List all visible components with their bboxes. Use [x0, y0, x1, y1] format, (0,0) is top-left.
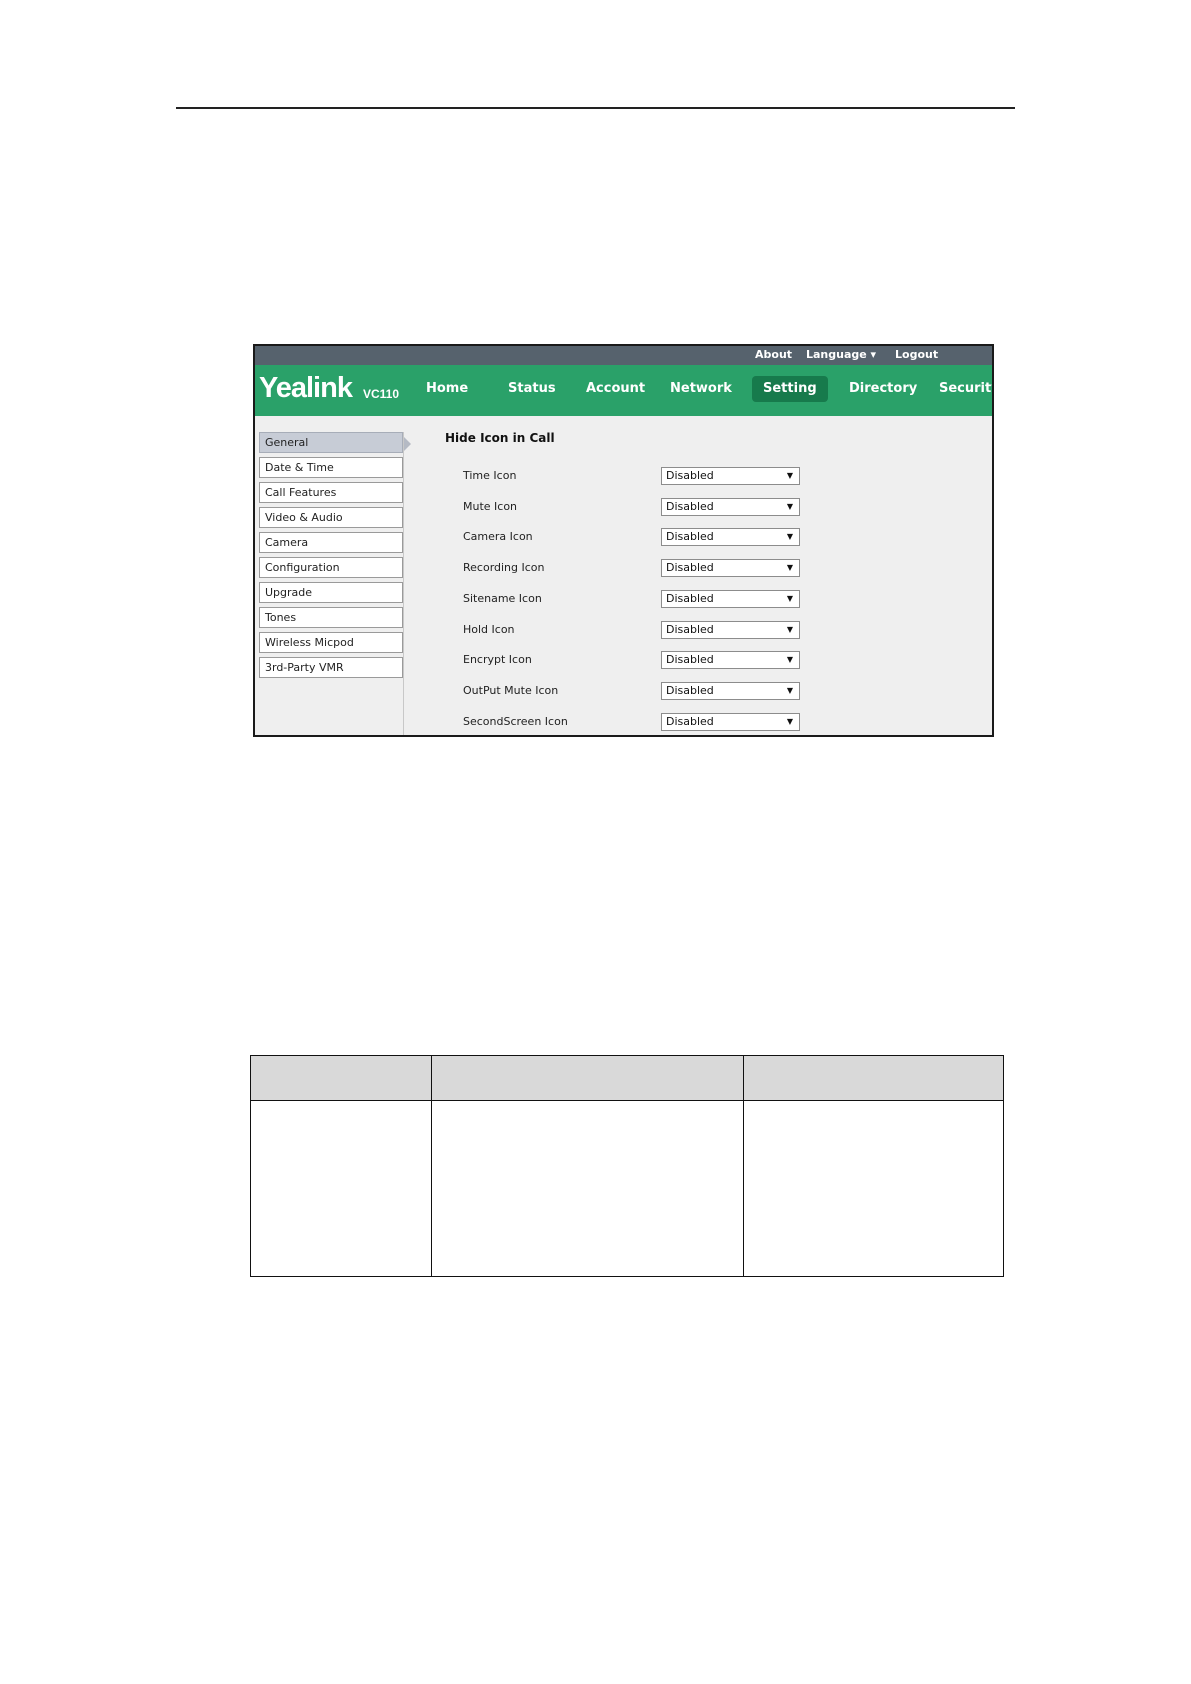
yealink-logo: Yealink [259, 372, 353, 404]
select-value: Disabled [666, 715, 714, 728]
sidebar-item-label: Upgrade [265, 586, 313, 599]
sidebar-item-video-audio[interactable]: Video & Audio [259, 507, 403, 528]
select-output-mute-icon[interactable]: Disabled ▼ [661, 682, 800, 700]
logout-link[interactable]: Logout [895, 348, 938, 362]
sidebar-item-label: Date & Time [265, 461, 334, 474]
select-secondscreen-icon[interactable]: Disabled ▼ [661, 713, 800, 731]
sidebar-item-general[interactable]: General [259, 432, 411, 453]
sidebar-item-camera[interactable]: Camera [259, 532, 403, 553]
select-recording-icon[interactable]: Disabled ▼ [661, 559, 800, 577]
sidebar-item-label: Call Features [265, 486, 337, 499]
select-value: Disabled [666, 684, 714, 697]
model-label: VC110 [363, 387, 400, 401]
select-encrypt-icon[interactable]: Disabled ▼ [661, 651, 800, 669]
sidebar-item-label: Wireless Micpod [265, 636, 354, 649]
caret-down-icon: ▼ [786, 563, 793, 572]
field-label-mute-icon: Mute Icon [463, 500, 518, 513]
nav-setting[interactable]: Setting [752, 376, 828, 402]
field-label-output-mute-icon: OutPut Mute Icon [463, 684, 559, 697]
sidebar-item-label: General [265, 436, 309, 449]
field-label-encrypt-icon: Encrypt Icon [463, 653, 532, 666]
caret-down-icon: ▼ [786, 625, 793, 634]
sidebar-item-label: Camera [265, 536, 309, 549]
caret-down-icon: ▼ [786, 532, 793, 541]
nav-status[interactable]: Status [508, 379, 556, 399]
caret-down-icon: ▼ [786, 655, 793, 664]
select-value: Disabled [666, 530, 714, 543]
sidebar-item-label: Configuration [265, 561, 340, 574]
table-cell [430, 1100, 745, 1277]
field-label-sitename-icon: Sitename Icon [463, 592, 542, 605]
select-value: Disabled [666, 653, 714, 666]
table-header-cell [743, 1055, 1004, 1101]
nav-directory[interactable]: Directory [849, 379, 917, 399]
select-hold-icon[interactable]: Disabled ▼ [661, 621, 800, 639]
main-nav-bar: Yealink VC110 Home Status Account Networ… [255, 365, 992, 416]
table-cell [743, 1100, 1004, 1277]
sidebar-item-tones[interactable]: Tones [259, 607, 403, 628]
triangle-right-icon [404, 437, 411, 451]
select-value: Disabled [666, 592, 714, 605]
field-label-hold-icon: Hold Icon [463, 623, 515, 636]
table-header-row [250, 1055, 1004, 1101]
sidebar-divider [403, 432, 404, 735]
nav-network[interactable]: Network [670, 379, 732, 399]
field-label-recording-icon: Recording Icon [463, 561, 545, 574]
nav-home[interactable]: Home [426, 379, 468, 399]
field-label-time-icon: Time Icon [463, 469, 517, 482]
select-time-icon[interactable]: Disabled ▼ [661, 467, 800, 485]
field-label-camera-icon: Camera Icon [463, 530, 533, 543]
nav-security[interactable]: Security [939, 379, 992, 399]
caret-down-icon: ▼ [786, 471, 793, 480]
table-cell [250, 1100, 432, 1277]
sidebar-item-label: 3rd-Party VMR [265, 661, 344, 674]
sidebar-item-label: Video & Audio [265, 511, 343, 524]
sidebar-item-call-features[interactable]: Call Features [259, 482, 403, 503]
table-header-cell [250, 1055, 432, 1101]
field-label-secondscreen-icon: SecondScreen Icon [463, 715, 568, 728]
nav-account[interactable]: Account [586, 379, 645, 399]
about-link[interactable]: About [755, 348, 792, 362]
table-header-cell [430, 1055, 745, 1101]
select-value: Disabled [666, 623, 714, 636]
sidebar-item-wireless-micpod[interactable]: Wireless Micpod [259, 632, 403, 653]
table-row [250, 1100, 1004, 1277]
section-title: Hide Icon in Call [445, 431, 555, 445]
caret-down-icon: ▼ [786, 594, 793, 603]
caret-down-icon: ▼ [786, 686, 793, 695]
caret-down-icon: ▼ [786, 717, 793, 726]
sidebar-item-3rd-party-vmr[interactable]: 3rd-Party VMR [259, 657, 403, 678]
select-value: Disabled [666, 469, 714, 482]
select-camera-icon[interactable]: Disabled ▼ [661, 528, 800, 546]
sidebar-item-upgrade[interactable]: Upgrade [259, 582, 403, 603]
top-utility-bar: About Language ▾ Logout [255, 346, 992, 365]
language-menu[interactable]: Language ▾ [806, 348, 876, 362]
page-header-rule [176, 107, 1015, 109]
select-mute-icon[interactable]: Disabled ▼ [661, 498, 800, 516]
web-ui-screenshot: About Language ▾ Logout Yealink VC110 Ho… [253, 344, 994, 737]
sidebar-item-date-time[interactable]: Date & Time [259, 457, 403, 478]
select-value: Disabled [666, 561, 714, 574]
select-value: Disabled [666, 500, 714, 513]
select-sitename-icon[interactable]: Disabled ▼ [661, 590, 800, 608]
parameter-table [250, 1055, 1004, 1277]
caret-down-icon: ▼ [786, 502, 793, 511]
sidebar-item-configuration[interactable]: Configuration [259, 557, 403, 578]
sidebar-item-label: Tones [265, 611, 297, 624]
